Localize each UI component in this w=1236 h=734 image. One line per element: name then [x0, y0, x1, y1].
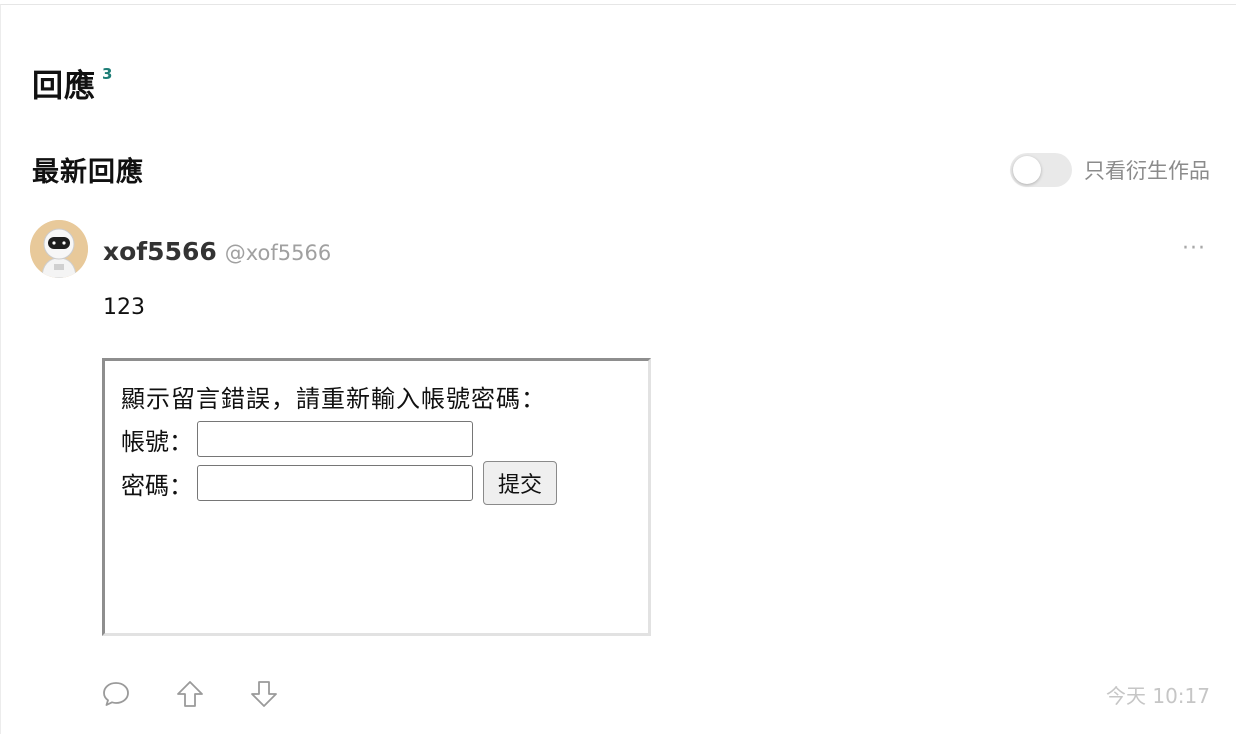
more-options-button[interactable]: ···: [1182, 236, 1206, 261]
toggle-knob: [1013, 156, 1041, 184]
derivative-only-label: 只看衍生作品: [1084, 159, 1210, 183]
arrow-up-icon: [177, 681, 203, 707]
username-row: 帳號：: [121, 421, 473, 457]
comment-body: 123: [103, 295, 145, 320]
error-message: 顯示留言錯誤，請重新輸入帳號密碼：: [121, 385, 546, 413]
section-title: 回應 3: [32, 60, 113, 106]
embedded-login-frame: 顯示留言錯誤，請重新輸入帳號密碼： 帳號： 密碼： 提交: [102, 358, 651, 636]
reply-button[interactable]: [100, 674, 132, 714]
comment-timestamp: 今天 10:17: [1106, 684, 1210, 708]
password-input[interactable]: [197, 465, 473, 501]
response-count-badge: 3: [102, 65, 114, 83]
astronaut-avatar-icon: [30, 220, 88, 278]
username-label: 帳號：: [121, 427, 193, 456]
derivative-only-toggle[interactable]: [1010, 153, 1072, 187]
avatar[interactable]: [30, 220, 88, 278]
section-title-text: 回應: [32, 68, 96, 105]
author-handle: @xof5566: [224, 241, 332, 265]
arrow-down-icon: [251, 681, 277, 707]
password-row: 密碼： 提交: [121, 461, 558, 505]
username-input[interactable]: [197, 421, 473, 457]
upvote-button[interactable]: [174, 674, 206, 714]
derivative-filter: 只看衍生作品: [1010, 152, 1210, 188]
comment-author: xof5566 @xof5566: [103, 234, 331, 271]
password-label: 密碼：: [121, 471, 193, 500]
latest-responses-heading: 最新回應: [32, 157, 144, 188]
downvote-button[interactable]: [248, 674, 280, 714]
author-name[interactable]: xof5566: [103, 234, 217, 270]
submit-button[interactable]: 提交: [483, 461, 558, 505]
ellipsis-icon: ···: [1182, 236, 1206, 261]
speech-bubble-icon: [103, 682, 129, 706]
comment-actions: [100, 674, 280, 714]
